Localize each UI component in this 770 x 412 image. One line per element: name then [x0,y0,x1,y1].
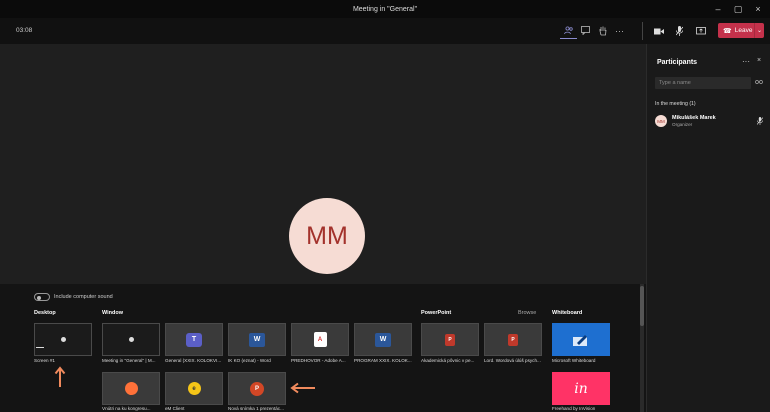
pptx-icon: P [508,333,518,346]
participants-panel: Participants ··· × In the meeting (1) MM… [646,44,770,412]
leave-label: Leave [734,27,753,34]
microphone-muted-icon [756,117,764,127]
whiteboard-icon [573,334,587,346]
tile-caption: IK KO (eznat) - Word [228,358,271,363]
section-window: Window [102,310,124,316]
section-desktop: Desktop [34,310,56,316]
close-window-button[interactable]: × [748,0,768,18]
invision-icon: in [574,380,588,397]
raise-hand-icon[interactable] [594,22,611,39]
pptx-icon: P [445,333,455,346]
tile-caption: Akademická pôvnic v pe... [421,358,475,363]
more-options-icon[interactable]: ··· [611,22,628,39]
panel-title: Participants [657,59,698,66]
toolbar-divider [642,22,643,40]
window-title: Meeting in "General" [352,5,418,13]
tile-caption: Vnútri na ku kongresu... [102,406,151,411]
window-titlebar: Meeting in "General" – ▢ × [0,0,770,18]
powerpoint-icon: P [250,381,264,396]
share-tile-screen[interactable] [34,323,92,356]
participant-avatar-large: MM [289,198,365,274]
toolbar-icons: ··· [560,22,628,39]
share-tile-window[interactable] [102,372,160,405]
share-tile-window[interactable]: T [165,323,223,356]
chat-icon[interactable] [577,22,594,39]
word-icon: W [249,332,265,347]
meeting-toolbar: 03:08 ··· [0,18,646,44]
camera-icon[interactable] [650,23,667,40]
microphone-icon[interactable] [671,23,688,40]
phone-icon: ☎ [723,27,732,35]
participant-role: Organizer [672,122,693,127]
annotation-arrow-up-icon [54,366,66,387]
share-tile-powerpoint[interactable]: P [421,323,479,356]
chevron-down-icon[interactable]: ⌄ [754,23,764,38]
window-preview-icon [128,337,134,342]
window-controls: – ▢ × [708,0,768,18]
annotation-arrow-left-icon [290,382,315,394]
tile-caption: Screen #1 [34,358,55,363]
tile-caption: Nová snímka 1 prezentác... [228,406,284,411]
browse-link[interactable]: Browse [518,310,536,316]
share-tile-whiteboard[interactable] [552,323,610,356]
screen-preview-icon [60,337,66,342]
share-screen-icon[interactable] [692,23,709,40]
share-tile-window[interactable] [102,323,160,356]
share-tile-powerpoint[interactable]: P [484,323,542,356]
tile-caption: Meeting in "General" | M... [102,358,156,363]
include-sound-toggle[interactable] [34,293,50,301]
pdf-icon: A [313,332,327,347]
tile-caption: General (XXIX. KOLOKVI... [165,358,222,363]
share-tile-window[interactable]: e [165,372,223,405]
in-meeting-header: In the meeting (1) [655,101,696,107]
emclient-icon: e [187,382,201,395]
share-tile-window[interactable]: P [228,372,286,405]
section-whiteboard: Whiteboard [552,310,583,316]
share-tile-whiteboard[interactable]: in [552,372,610,405]
share-tile-window[interactable]: A [291,323,349,356]
people-icon[interactable] [560,22,577,39]
selected-indicator [36,347,44,348]
section-powerpoint: PowerPoint [421,310,452,316]
firefox-icon [124,382,138,395]
minimize-button[interactable]: – [708,0,728,18]
tile-caption: Freehand by InVision [552,406,596,411]
include-sound-label: Include computer sound [54,294,113,300]
maximize-button[interactable]: ▢ [728,0,748,18]
share-tile-window[interactable]: W [354,323,412,356]
tile-caption: Microsoft Whiteboard [552,358,596,363]
tile-caption: Lord. Wordová úlúš psych... [484,358,541,363]
share-tile-window[interactable]: W [228,323,286,356]
tile-caption: PROGRAM XXIX. KOLOK... [354,358,412,363]
leave-button[interactable]: ☎ Leave ⌄ [718,23,764,38]
tile-caption: PREDHOVOR - Adobe A... [291,358,346,363]
more-options-icon[interactable]: ··· [742,57,750,66]
teams-icon: T [186,332,202,347]
word-icon: W [375,332,391,347]
call-controls: ☎ Leave ⌄ [646,18,770,44]
close-icon[interactable]: × [757,57,761,64]
share-tray-scroll-thumb[interactable] [640,286,644,326]
invite-share-icon[interactable] [755,79,763,87]
avatar: MM [655,115,667,127]
participant-name: Mikulášek Marek [672,115,716,121]
participant-search-input[interactable] [655,77,751,89]
participant-row[interactable]: MM Mikulášek Marek Organizer [655,113,767,131]
meeting-timer: 03:08 [16,27,33,34]
tile-caption: eM Client [165,406,185,411]
